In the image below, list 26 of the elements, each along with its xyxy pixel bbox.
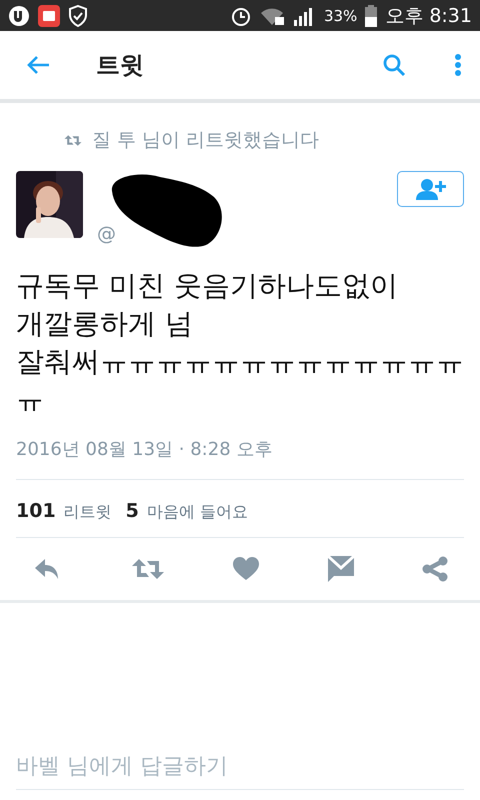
page-title: 트윗 xyxy=(96,50,145,81)
back-arrow-icon xyxy=(26,55,50,75)
stat-label[interactable]: 리트윗 xyxy=(64,502,112,523)
heart-icon[interactable] xyxy=(233,557,259,581)
more-icon xyxy=(454,53,462,77)
search-icon xyxy=(382,53,406,77)
retweet-icon[interactable] xyxy=(130,557,164,581)
stat-label[interactable]: 마음에 들어요 xyxy=(146,502,248,523)
carrier-logo-icon xyxy=(8,4,30,26)
tweet-date: 2016년 08월 13일 · 8:28 오후 xyxy=(16,438,274,461)
follow-button[interactable] xyxy=(397,171,464,207)
envelope-icon[interactable] xyxy=(328,556,354,582)
wifi-lock-icon xyxy=(260,6,286,26)
retweet-icon xyxy=(64,134,82,146)
clock: 오후 8:31 xyxy=(385,4,472,28)
retweeted-by-text: 질 투 님이 리트윗했습니다 xyxy=(92,128,320,153)
stat-count[interactable]: 101 xyxy=(16,500,56,522)
stat-count[interactable]: 5 xyxy=(126,500,139,522)
app-notification-icon xyxy=(38,4,60,26)
tweet-text: 규독무 미친 웃음기하나도없이 개깔롱하게 넘 잘춰써ㅠㅠㅠㅠㅠㅠㅠㅠㅠㅠㅠㅠㅠ ㅠ xyxy=(16,268,464,418)
share-icon[interactable] xyxy=(422,556,448,582)
battery-icon xyxy=(365,4,378,26)
add-user-icon xyxy=(416,178,446,200)
user-handle: @ xyxy=(97,223,116,245)
shield-check-icon xyxy=(68,4,88,26)
battery-percent: 33% xyxy=(324,6,358,24)
